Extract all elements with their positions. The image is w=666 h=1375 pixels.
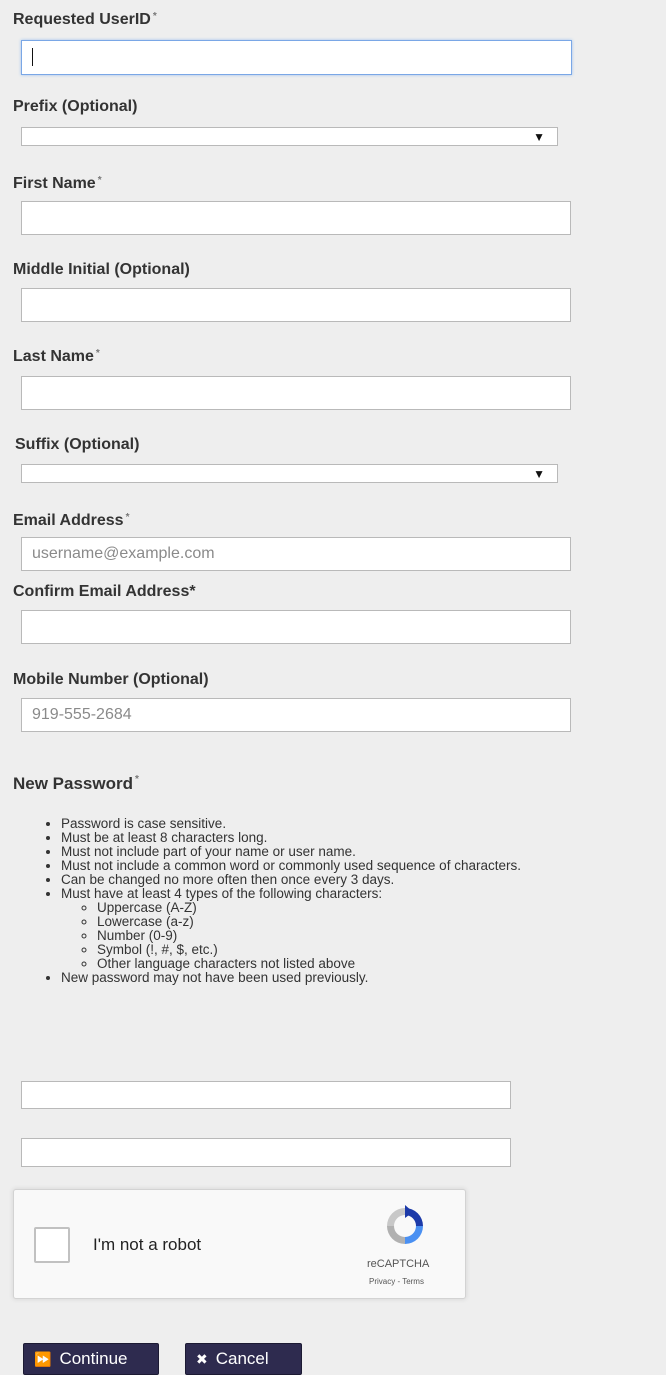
chevron-down-icon: ▼ <box>533 130 545 144</box>
confirm-email-input[interactable] <box>21 610 571 644</box>
prefix-label: Prefix (Optional) <box>13 98 138 115</box>
required-mark: * <box>152 11 157 22</box>
password-rule: Must not include a common word or common… <box>61 859 666 873</box>
last-name-input[interactable] <box>21 376 571 410</box>
password-rule-text: Must have at least 4 types of the follow… <box>61 886 383 901</box>
userid-label: Requested UserID * <box>13 11 157 29</box>
char-type: Symbol (!, #, $, etc.) <box>97 943 666 957</box>
recaptcha-logo-icon <box>387 1205 423 1244</box>
last-name-label: Last Name * <box>13 348 100 366</box>
required-mark: * <box>125 512 130 523</box>
continue-button[interactable]: ⏩ Continue <box>23 1343 159 1375</box>
password-rules-list: Password is case sensitive. Must be at l… <box>5 817 666 985</box>
mobile-input[interactable] <box>21 698 571 732</box>
suffix-select[interactable]: ▼ <box>21 464 558 483</box>
required-mark: * <box>95 348 100 359</box>
continue-button-label: Continue <box>59 1349 128 1368</box>
cancel-button-label: Cancel <box>215 1349 269 1368</box>
fast-forward-icon: ⏩ <box>34 1350 52 1367</box>
new-password-title: New Password * <box>13 774 139 794</box>
suffix-label: Suffix (Optional) <box>15 436 140 453</box>
email-input[interactable] <box>21 537 571 571</box>
char-types-list: Uppercase (A-Z) Lowercase (a-z) Number (… <box>61 901 666 971</box>
password-rule: Must be at least 8 characters long. <box>61 831 666 845</box>
required-mark: * <box>97 175 102 186</box>
char-type: Other language characters not listed abo… <box>97 957 666 971</box>
text-caret <box>32 48 33 66</box>
recaptcha-checkbox[interactable] <box>34 1227 70 1263</box>
char-type: Number (0-9) <box>97 929 666 943</box>
recaptcha-widget: I'm not a robot reCAPTCHA Privacy - Term… <box>13 1189 466 1299</box>
recaptcha-privacy-terms-link[interactable]: Privacy - Terms <box>369 1277 424 1286</box>
middle-initial-label: Middle Initial (Optional) <box>13 261 190 278</box>
email-label: Email Address * <box>13 512 129 530</box>
chevron-down-icon: ▼ <box>533 467 545 481</box>
middle-initial-input[interactable] <box>21 288 571 322</box>
password-rule: New password may not have been used prev… <box>61 971 666 985</box>
last-name-label-text: Last Name <box>13 348 94 365</box>
confirm-password-input[interactable] <box>21 1138 511 1167</box>
password-rule: Password is case sensitive. <box>61 817 666 831</box>
char-type: Uppercase (A-Z) <box>97 901 666 915</box>
first-name-label: First Name * <box>13 175 102 193</box>
required-mark: * <box>135 774 139 785</box>
first-name-input[interactable] <box>21 201 571 235</box>
char-type: Lowercase (a-z) <box>97 915 666 929</box>
new-password-title-text: New Password <box>13 774 133 793</box>
confirm-email-label: Confirm Email Address* <box>13 583 196 600</box>
password-rule: Must not include part of your name or us… <box>61 845 666 859</box>
recaptcha-brand: reCAPTCHA <box>367 1258 430 1270</box>
password-rule: Can be changed no more often then once e… <box>61 873 666 887</box>
new-password-input[interactable] <box>21 1081 511 1109</box>
close-icon: ✖ <box>196 1350 208 1367</box>
first-name-label-text: First Name <box>13 175 96 192</box>
prefix-select[interactable]: ▼ <box>21 127 558 146</box>
email-label-text: Email Address <box>13 512 124 529</box>
recaptcha-label: I'm not a robot <box>93 1235 202 1254</box>
cancel-button[interactable]: ✖ Cancel <box>185 1343 302 1375</box>
password-rule: Must have at least 4 types of the follow… <box>61 887 666 971</box>
mobile-label: Mobile Number (Optional) <box>13 671 209 688</box>
userid-input[interactable] <box>21 40 572 75</box>
userid-label-text: Requested UserID <box>13 11 151 28</box>
